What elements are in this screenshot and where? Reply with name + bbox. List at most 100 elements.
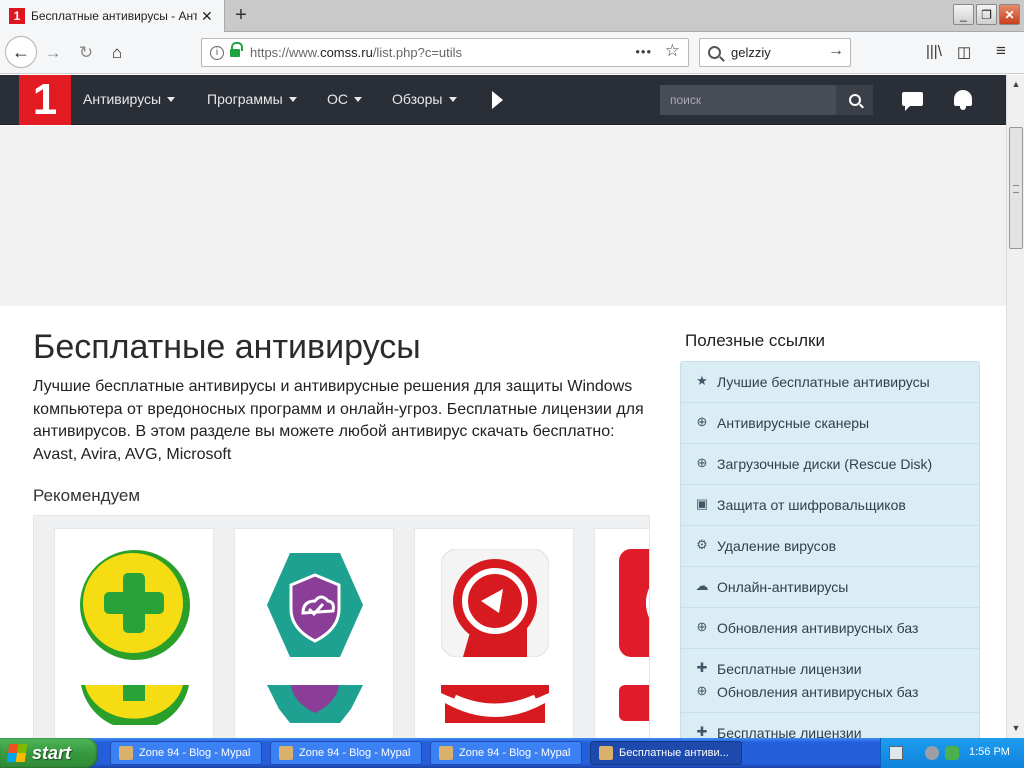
- sidebar-link-ransomware[interactable]: ▣ Защита от шифровальщиков: [681, 485, 979, 526]
- mypal-icon: [439, 746, 453, 760]
- url-text[interactable]: https://www.comss.ru/list.php?c=utils: [250, 45, 462, 60]
- scroll-down-arrow-icon[interactable]: ▼: [1009, 721, 1023, 735]
- page-actions-icon[interactable]: •••: [635, 44, 652, 59]
- recommended-card-kaspersky[interactable]: [234, 528, 394, 738]
- ad-banner-area: [0, 126, 1006, 306]
- page-scrollbar[interactable]: ▲ ▼: [1006, 75, 1024, 738]
- new-tab-button[interactable]: +: [230, 4, 252, 26]
- sidebar-link-virus-removal[interactable]: ⚙ Удаление вирусов: [681, 526, 979, 567]
- url-path: /list.php?c=utils: [372, 45, 463, 60]
- site-logo-text: 1: [32, 75, 58, 124]
- bell-icon[interactable]: [954, 90, 972, 110]
- close-window-button[interactable]: ✕: [999, 4, 1020, 25]
- scroll-up-arrow-icon[interactable]: ▲: [1009, 77, 1023, 91]
- sidebar-link-licenses-group[interactable]: ✚ Бесплатные лицензии ⊕ Обновления антив…: [681, 649, 979, 713]
- site-search-input[interactable]: поиск: [660, 85, 836, 115]
- site-logo[interactable]: 1: [19, 75, 71, 125]
- sidebar-link-licenses[interactable]: ✚ Бесплатные лицензии: [681, 713, 979, 738]
- sidebar-link-rescue-disk[interactable]: ⊕ Загрузочные диски (Rescue Disk): [681, 444, 979, 485]
- scrollbar-thumb[interactable]: [1009, 127, 1023, 249]
- sidebar-link-label: Загрузочные диски (Rescue Disk): [717, 456, 933, 472]
- browser-navigation-bar: ← → ↻ ⌂ i https://www.comss.ru/list.php?…: [0, 32, 1024, 74]
- useful-links-heading: Полезные ссылки: [685, 331, 825, 350]
- arrow-left-icon: ←: [12, 41, 30, 62]
- menu-more-arrow-icon[interactable]: [492, 91, 503, 109]
- partial-logo-reflection-icon: [619, 685, 649, 721]
- search-icon: [708, 46, 721, 59]
- reload-button[interactable]: ↻: [75, 42, 97, 64]
- library-icon[interactable]: |||\: [926, 43, 942, 60]
- menu-item-programs[interactable]: Программы: [207, 91, 297, 107]
- search-go-icon[interactable]: →: [828, 42, 844, 60]
- gear-icon: ⚙: [696, 537, 708, 552]
- tab-close-icon[interactable]: ✕: [201, 8, 213, 25]
- taskbar-clock: 1:56 PM: [969, 746, 1010, 758]
- caret-down-icon: [448, 97, 457, 102]
- info-icon[interactable]: i: [210, 45, 224, 60]
- taskbar-item-active[interactable]: Бесплатные антиви...: [590, 741, 742, 765]
- caret-down-icon: [354, 97, 362, 102]
- cloud-icon: ☁: [695, 578, 709, 593]
- recommended-card-partial[interactable]: [594, 528, 649, 738]
- reload-icon: ↻: [78, 43, 94, 62]
- sidebar-link-label: Обновления антивирусных баз: [717, 684, 919, 700]
- menu-item-antivirus[interactable]: Антивирусы: [83, 91, 176, 107]
- sidebar-link-scanners[interactable]: ⊕ Антивирусные сканеры: [681, 403, 979, 444]
- minimize-button[interactable]: _: [953, 4, 974, 25]
- sidebar-link-label: Защита от шифровальщиков: [717, 497, 906, 513]
- download-circle-icon: ⊕: [696, 619, 708, 634]
- sidebar-link-label: Обновления антивирусных баз: [717, 620, 919, 636]
- taskbar-item[interactable]: Zone 94 - Blog - Mypal: [110, 741, 262, 765]
- sidebar-link-online-antivirus[interactable]: ☁ Онлайн-антивирусы: [681, 567, 979, 608]
- browser-search-bar[interactable]: gelzziy →: [699, 38, 851, 67]
- menu-item-reviews[interactable]: Обзоры: [392, 91, 457, 107]
- bookmark-star-icon[interactable]: ☆: [665, 41, 680, 61]
- sidebar-toggle-icon[interactable]: ◫: [957, 43, 971, 61]
- forward-button[interactable]: →: [42, 42, 64, 64]
- sidebar-link-best-free[interactable]: ★ Лучшие бесплатные антивирусы: [681, 362, 979, 403]
- page-viewport: 1 Антивирусы Программы ОС Обзоры поиск Б…: [0, 75, 1006, 738]
- home-button[interactable]: ⌂: [106, 42, 128, 64]
- recommended-card-trend-micro[interactable]: [414, 528, 574, 738]
- home-icon: ⌂: [111, 43, 123, 62]
- keyboard-icon[interactable]: [889, 746, 903, 760]
- caret-down-icon: [167, 97, 176, 102]
- hamburger-menu-icon[interactable]: ≡: [996, 41, 1006, 61]
- site-search-button[interactable]: [836, 85, 873, 115]
- menu-label: ОС: [327, 91, 348, 107]
- taskbar-item[interactable]: Zone 94 - Blog - Mypal: [430, 741, 582, 765]
- menu-label: Обзоры: [392, 91, 443, 107]
- url-prefix: https://www.: [250, 45, 321, 60]
- tray-app-icon[interactable]: [945, 746, 959, 760]
- star-icon: ★: [696, 373, 708, 388]
- tab-title: Бесплатные антивирусы - Антивирусы: [31, 9, 197, 23]
- network-icon[interactable]: [925, 746, 939, 760]
- sidebar-link-label: Онлайн-антивирусы: [717, 579, 849, 595]
- arrow-right-icon: →: [44, 43, 62, 62]
- window-controls: _ ❐ ✕: [953, 4, 1020, 25]
- windows-logo-icon: [6, 744, 28, 762]
- url-bar[interactable]: i https://www.comss.ru/list.php?c=utils …: [201, 38, 689, 67]
- back-button[interactable]: ←: [5, 36, 37, 68]
- tab-favicon-icon: 1: [9, 8, 25, 24]
- browser-search-value: gelzziy: [731, 45, 771, 60]
- menu-label: Антивирусы: [83, 91, 162, 107]
- sidebar-link-updates[interactable]: ⊕ Обновления антивирусных баз: [681, 608, 979, 649]
- restore-button[interactable]: ❐: [976, 4, 997, 25]
- sidebar-link-label: Бесплатные лицензии: [717, 661, 862, 677]
- trend-micro-logo-reflection-icon: [441, 685, 549, 723]
- page-description: Лучшие бесплатные антивирусы и антивирус…: [33, 378, 644, 463]
- recommend-heading: Рекомендуем: [33, 486, 141, 505]
- menu-item-os[interactable]: ОС: [327, 91, 362, 107]
- taskbar-item-label: Zone 94 - Blog - Mypal: [299, 747, 411, 759]
- taskbar-item[interactable]: Zone 94 - Blog - Mypal: [270, 741, 422, 765]
- recommended-card-360[interactable]: [54, 528, 214, 738]
- url-host: comss.ru: [320, 45, 373, 60]
- browser-tab[interactable]: 1 Бесплатные антивирусы - Антивирусы ✕: [0, 0, 225, 32]
- chat-icon[interactable]: [902, 92, 923, 111]
- mypal-icon: [279, 746, 293, 760]
- start-button[interactable]: start: [0, 738, 98, 768]
- download-circle-icon: ⊕: [696, 455, 708, 470]
- recommended-carousel: [33, 515, 650, 738]
- sidebar-link-label: Лучшие бесплатные антивирусы: [717, 374, 930, 390]
